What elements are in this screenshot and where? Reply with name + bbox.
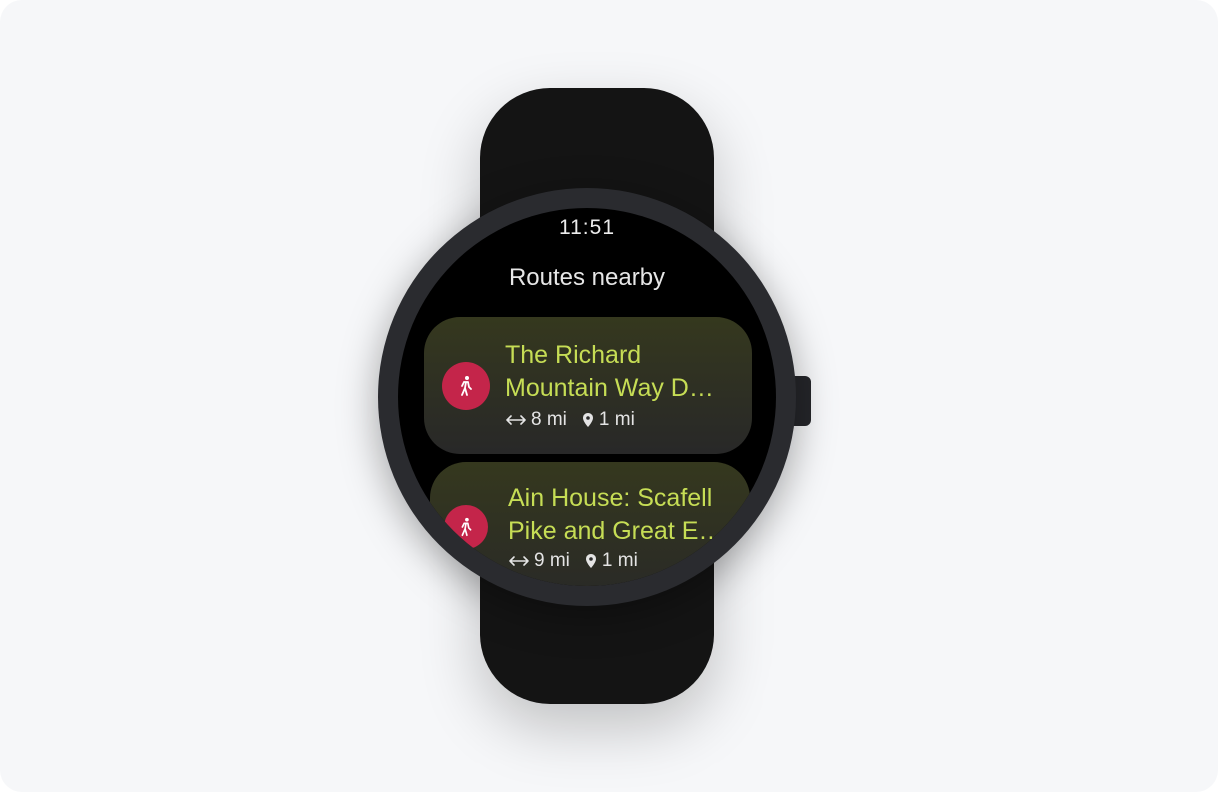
route-name-line: The Richard (505, 341, 642, 369)
distance-arrows-icon (508, 554, 530, 568)
route-name: The Richard Mountain Way D… (505, 339, 714, 405)
route-distance: 8 mi (531, 409, 567, 430)
route-card[interactable]: The Richard Mountain Way D… 8 mi 1 mi (424, 317, 752, 454)
route-meta: 9 mi 1 mi (508, 550, 638, 572)
location-pin-icon (584, 553, 598, 569)
location-pin-icon (581, 412, 595, 428)
route-card[interactable]: Ain House: Scafell Pike and Great E… 9 m… (430, 462, 750, 586)
screen-title: Routes nearby (508, 264, 666, 291)
watch-screen: 11:51 Routes nearby The Richard Mountain… (398, 208, 776, 586)
route-name-line: Pike and Great E… (508, 517, 724, 545)
route-name: Ain House: Scafell Pike and Great E… (508, 482, 723, 548)
route-distance: 9 mi (534, 550, 570, 571)
mockup-background: 11:51 Routes nearby The Richard Mountain… (0, 0, 1218, 792)
route-name-line: Mountain Way D… (505, 374, 714, 402)
walking-person-icon (444, 505, 488, 549)
distance-arrows-icon (505, 413, 527, 427)
status-time: 11:51 (559, 216, 615, 239)
route-proximity: 1 mi (598, 409, 635, 430)
route-name-line: Ain House: Scafell (508, 484, 713, 512)
walking-person-icon (442, 362, 490, 410)
route-meta: 8 mi 1 mi (505, 409, 635, 431)
route-proximity: 1 mi (601, 550, 638, 571)
